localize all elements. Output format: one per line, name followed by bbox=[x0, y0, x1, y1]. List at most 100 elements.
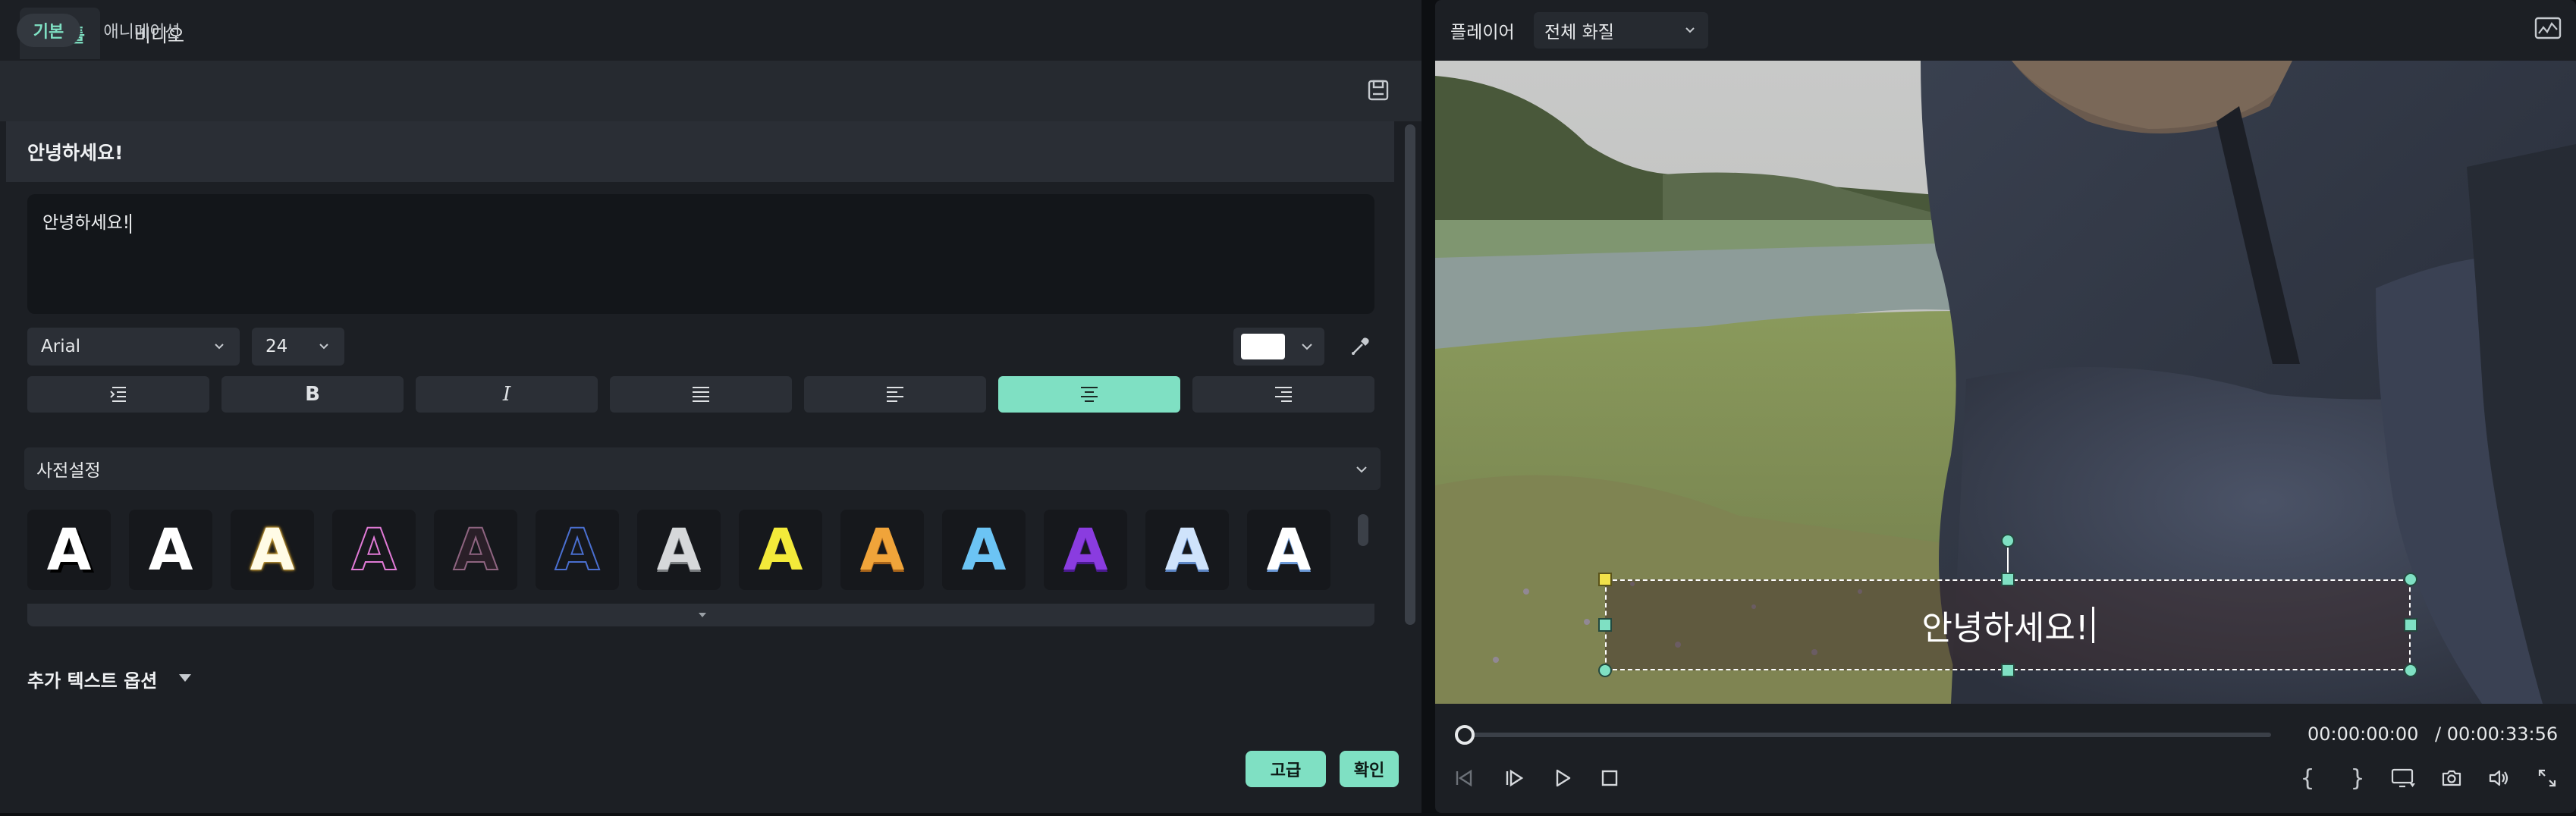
preset-glyph: A bbox=[351, 516, 397, 583]
monitor-icon bbox=[2391, 768, 2415, 788]
align-justify-button[interactable] bbox=[610, 376, 792, 413]
preset-section-header[interactable] bbox=[24, 447, 1381, 490]
total-duration: / 00:00:33:56 bbox=[2435, 723, 2559, 745]
snapshot-button[interactable] bbox=[2438, 764, 2465, 792]
step-forward-icon bbox=[1506, 769, 1524, 787]
extra-text-options-toggle[interactable]: 추가 텍스트 옵션 bbox=[27, 660, 157, 698]
subtab-animation[interactable]: 애니메이션 bbox=[93, 14, 191, 47]
stop-icon bbox=[1601, 770, 1618, 786]
preset-purple-gradient[interactable]: A bbox=[1044, 510, 1127, 590]
title-text-value: 안녕하세요! bbox=[42, 213, 130, 233]
preset-glyph: A bbox=[859, 516, 905, 583]
preset-glyph: A bbox=[554, 516, 601, 583]
preset-glyph: A bbox=[1164, 516, 1210, 583]
preset-glyph: A bbox=[46, 516, 92, 583]
preset-glyph: A bbox=[656, 516, 702, 583]
caret-down-icon[interactable] bbox=[177, 672, 193, 684]
editor-scrollbar-thumb[interactable] bbox=[1405, 124, 1415, 625]
preset-sky-blue[interactable]: A bbox=[942, 510, 1026, 590]
text-color-swatch[interactable] bbox=[1241, 334, 1285, 359]
chevron-down-icon bbox=[215, 344, 224, 350]
text-caret bbox=[130, 213, 132, 234]
resize-handle-bottom[interactable] bbox=[2001, 664, 2015, 677]
preset-blue-outline[interactable]: A bbox=[536, 510, 619, 590]
align-justify-icon bbox=[693, 387, 709, 402]
align-center-button[interactable] bbox=[998, 376, 1180, 413]
title-overlay-text[interactable]: 안녕하세요! bbox=[1605, 579, 2411, 670]
chevron-down-icon bbox=[319, 344, 328, 350]
preset-glyph: A bbox=[1266, 516, 1312, 583]
volume-button[interactable] bbox=[2485, 764, 2512, 792]
resize-handle-left[interactable] bbox=[1598, 618, 1612, 632]
rotate-handle[interactable] bbox=[2001, 534, 2015, 548]
caret-down-icon bbox=[696, 609, 708, 621]
preset-white-shadow[interactable]: A bbox=[27, 510, 111, 590]
resize-handle-right[interactable] bbox=[2404, 618, 2417, 632]
italic-button[interactable]: I bbox=[416, 376, 598, 413]
align-center-icon bbox=[1081, 387, 1098, 402]
camera-icon bbox=[2442, 770, 2461, 786]
resize-handle-top-right[interactable] bbox=[2404, 573, 2417, 586]
expand-icon bbox=[2538, 769, 2556, 787]
resize-handle-bottom-right[interactable] bbox=[2404, 664, 2417, 677]
quality-select[interactable]: 전체 화질 bbox=[1534, 12, 1708, 49]
editor-tab-bar bbox=[0, 0, 1422, 61]
anchor-handle[interactable] bbox=[1598, 573, 1612, 586]
step-back-icon bbox=[1456, 769, 1472, 787]
mark-in-button[interactable]: { bbox=[2294, 764, 2321, 792]
mark-out-button[interactable]: } bbox=[2344, 764, 2371, 792]
preset-scrollbar[interactable] bbox=[1358, 514, 1368, 546]
text-spacing-button[interactable] bbox=[27, 376, 209, 413]
preset-gold-outline[interactable]: A bbox=[231, 510, 314, 590]
subtab-basic[interactable]: 기본 bbox=[17, 14, 80, 47]
preset-pink-outline[interactable]: A bbox=[332, 510, 416, 590]
play-button[interactable] bbox=[1549, 764, 1576, 792]
resize-handle-bottom-left[interactable] bbox=[1598, 664, 1612, 677]
text-spacing-icon bbox=[110, 387, 126, 402]
preset-light-blue-gradient[interactable]: A bbox=[1145, 510, 1229, 590]
preset-white-plain[interactable]: A bbox=[129, 510, 212, 590]
next-frame-button[interactable] bbox=[1500, 764, 1528, 792]
player-label: 플레이어 bbox=[1450, 23, 1515, 42]
font-size-select[interactable]: 24 bbox=[252, 328, 344, 366]
previous-frame-button[interactable] bbox=[1450, 764, 1478, 792]
preset-glyph: A bbox=[758, 516, 803, 583]
mark-out-icon: } bbox=[2350, 764, 2365, 792]
waveform-monitor-icon[interactable] bbox=[2534, 15, 2562, 42]
title-overlay-value: 안녕하세요! bbox=[1921, 609, 2089, 648]
play-icon bbox=[1556, 769, 1571, 787]
font-size-value: 24 bbox=[265, 337, 288, 356]
preset-mauve-outline[interactable]: A bbox=[434, 510, 517, 590]
preset-white-blue-gradient[interactable]: A bbox=[1247, 510, 1330, 590]
chevron-down-icon[interactable] bbox=[1353, 461, 1370, 478]
fullscreen-button[interactable] bbox=[2534, 764, 2561, 792]
resize-handle-top[interactable] bbox=[2001, 573, 2015, 586]
preset-glyph: A bbox=[961, 516, 1007, 583]
chevron-down-icon[interactable] bbox=[1299, 338, 1315, 355]
align-right-button[interactable] bbox=[1192, 376, 1374, 413]
bold-button[interactable]: B bbox=[221, 376, 404, 413]
italic-icon: I bbox=[502, 383, 511, 406]
confirm-button[interactable]: 확인 bbox=[1340, 751, 1399, 787]
align-left-icon bbox=[887, 387, 903, 402]
align-left-button[interactable] bbox=[804, 376, 986, 413]
eyedropper-icon[interactable] bbox=[1347, 334, 1373, 359]
playhead-knob[interactable] bbox=[1455, 725, 1475, 745]
display-settings-button[interactable] bbox=[2389, 764, 2417, 792]
subtab-bar bbox=[0, 61, 1422, 121]
font-family-select[interactable]: Arial bbox=[27, 328, 240, 366]
text-section-header bbox=[6, 121, 1394, 182]
playback-progress-track[interactable] bbox=[1456, 733, 2271, 737]
title-text-input[interactable]: 안녕하세요! bbox=[27, 194, 1374, 314]
align-right-icon bbox=[1275, 387, 1292, 402]
save-preset-icon[interactable] bbox=[1365, 77, 1391, 103]
current-time: 00:00:00:00 bbox=[2307, 723, 2419, 745]
preset-orange-gradient[interactable]: A bbox=[840, 510, 924, 590]
preset-glyph: A bbox=[148, 516, 193, 583]
preset-silver-gradient[interactable]: A bbox=[637, 510, 721, 590]
stop-button[interactable] bbox=[1596, 764, 1623, 792]
bold-icon: B bbox=[305, 383, 320, 406]
advanced-button[interactable]: 고급 bbox=[1246, 751, 1326, 787]
text-section-title: 안녕하세요! bbox=[27, 142, 124, 164]
preset-yellow[interactable]: A bbox=[739, 510, 822, 590]
